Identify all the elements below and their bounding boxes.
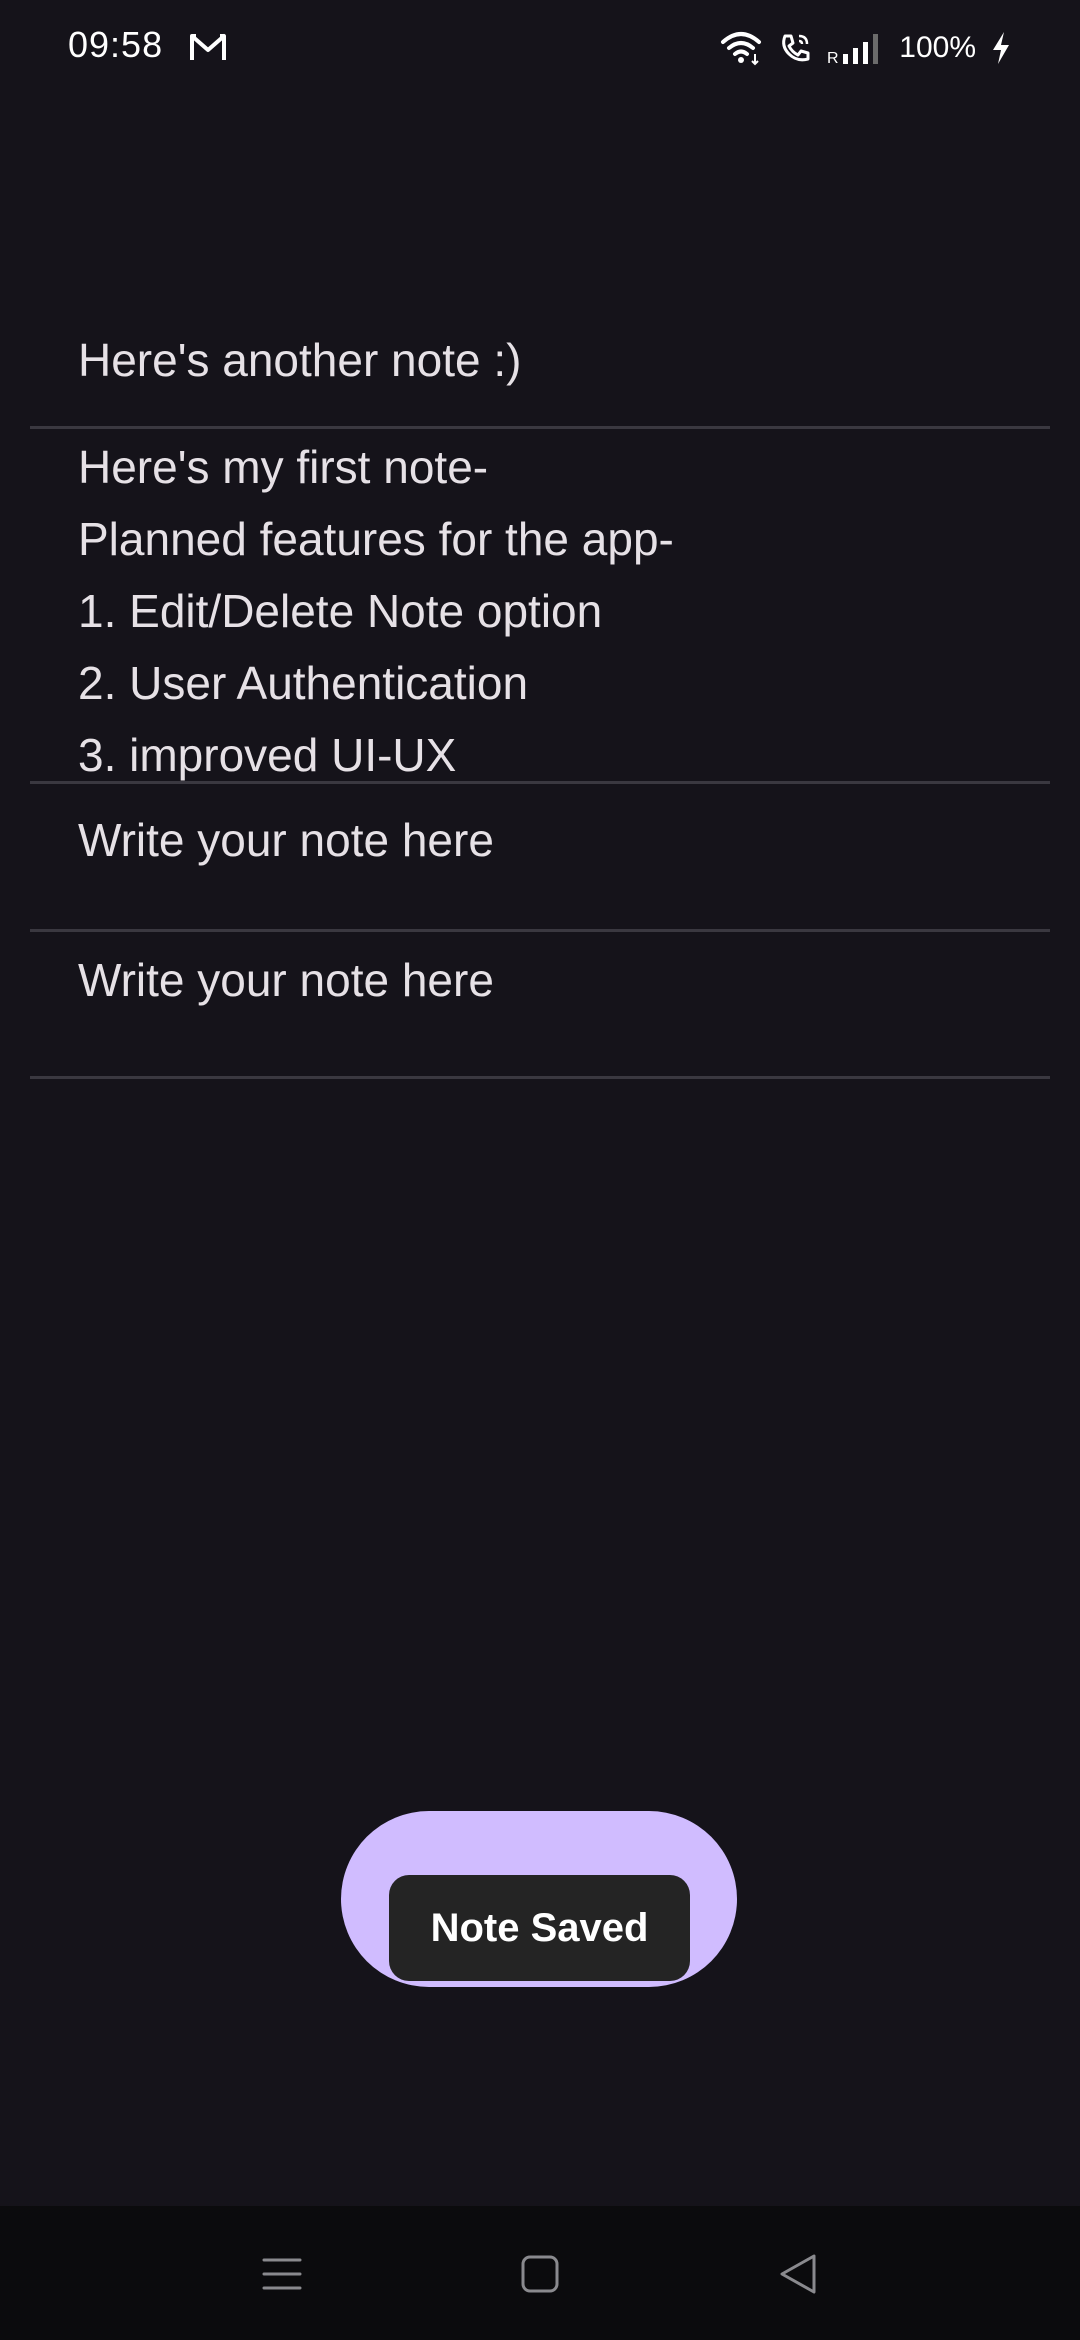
- navigation-bar: [0, 2206, 1080, 2340]
- note-text[interactable]: Write your note here: [78, 944, 1002, 1016]
- roaming-label: R: [827, 50, 839, 66]
- note-text[interactable]: Here's my first note- Planned features f…: [78, 431, 1002, 791]
- status-time: 09:58: [68, 24, 164, 65]
- signal-icon: R: [827, 30, 885, 66]
- note-item[interactable]: Here's another note :): [30, 300, 1050, 429]
- charging-icon: [990, 30, 1012, 66]
- notes-list: Here's another note :) Here's my first n…: [30, 300, 1050, 1079]
- note-item[interactable]: Write your note here: [30, 932, 1050, 1079]
- back-icon[interactable]: [768, 2246, 828, 2302]
- wifi-calling-icon: [777, 30, 813, 66]
- note-item[interactable]: Write your note here: [30, 784, 1050, 932]
- note-text[interactable]: Here's another note :): [78, 324, 1002, 396]
- home-icon[interactable]: [510, 2246, 570, 2302]
- note-text[interactable]: Write your note here: [78, 804, 1002, 876]
- menu-icon[interactable]: [252, 2246, 312, 2302]
- status-icons: R 100%: [719, 28, 1012, 68]
- wifi-icon: [719, 30, 763, 66]
- toast: Note Saved: [389, 1875, 690, 1981]
- status-bar: 09:58 R 100%: [0, 0, 1080, 96]
- toast-message: Note Saved: [430, 1905, 649, 1950]
- gmail-icon: [188, 30, 228, 64]
- battery-percent: 100%: [899, 31, 976, 64]
- note-item[interactable]: Here's my first note- Planned features f…: [30, 429, 1050, 784]
